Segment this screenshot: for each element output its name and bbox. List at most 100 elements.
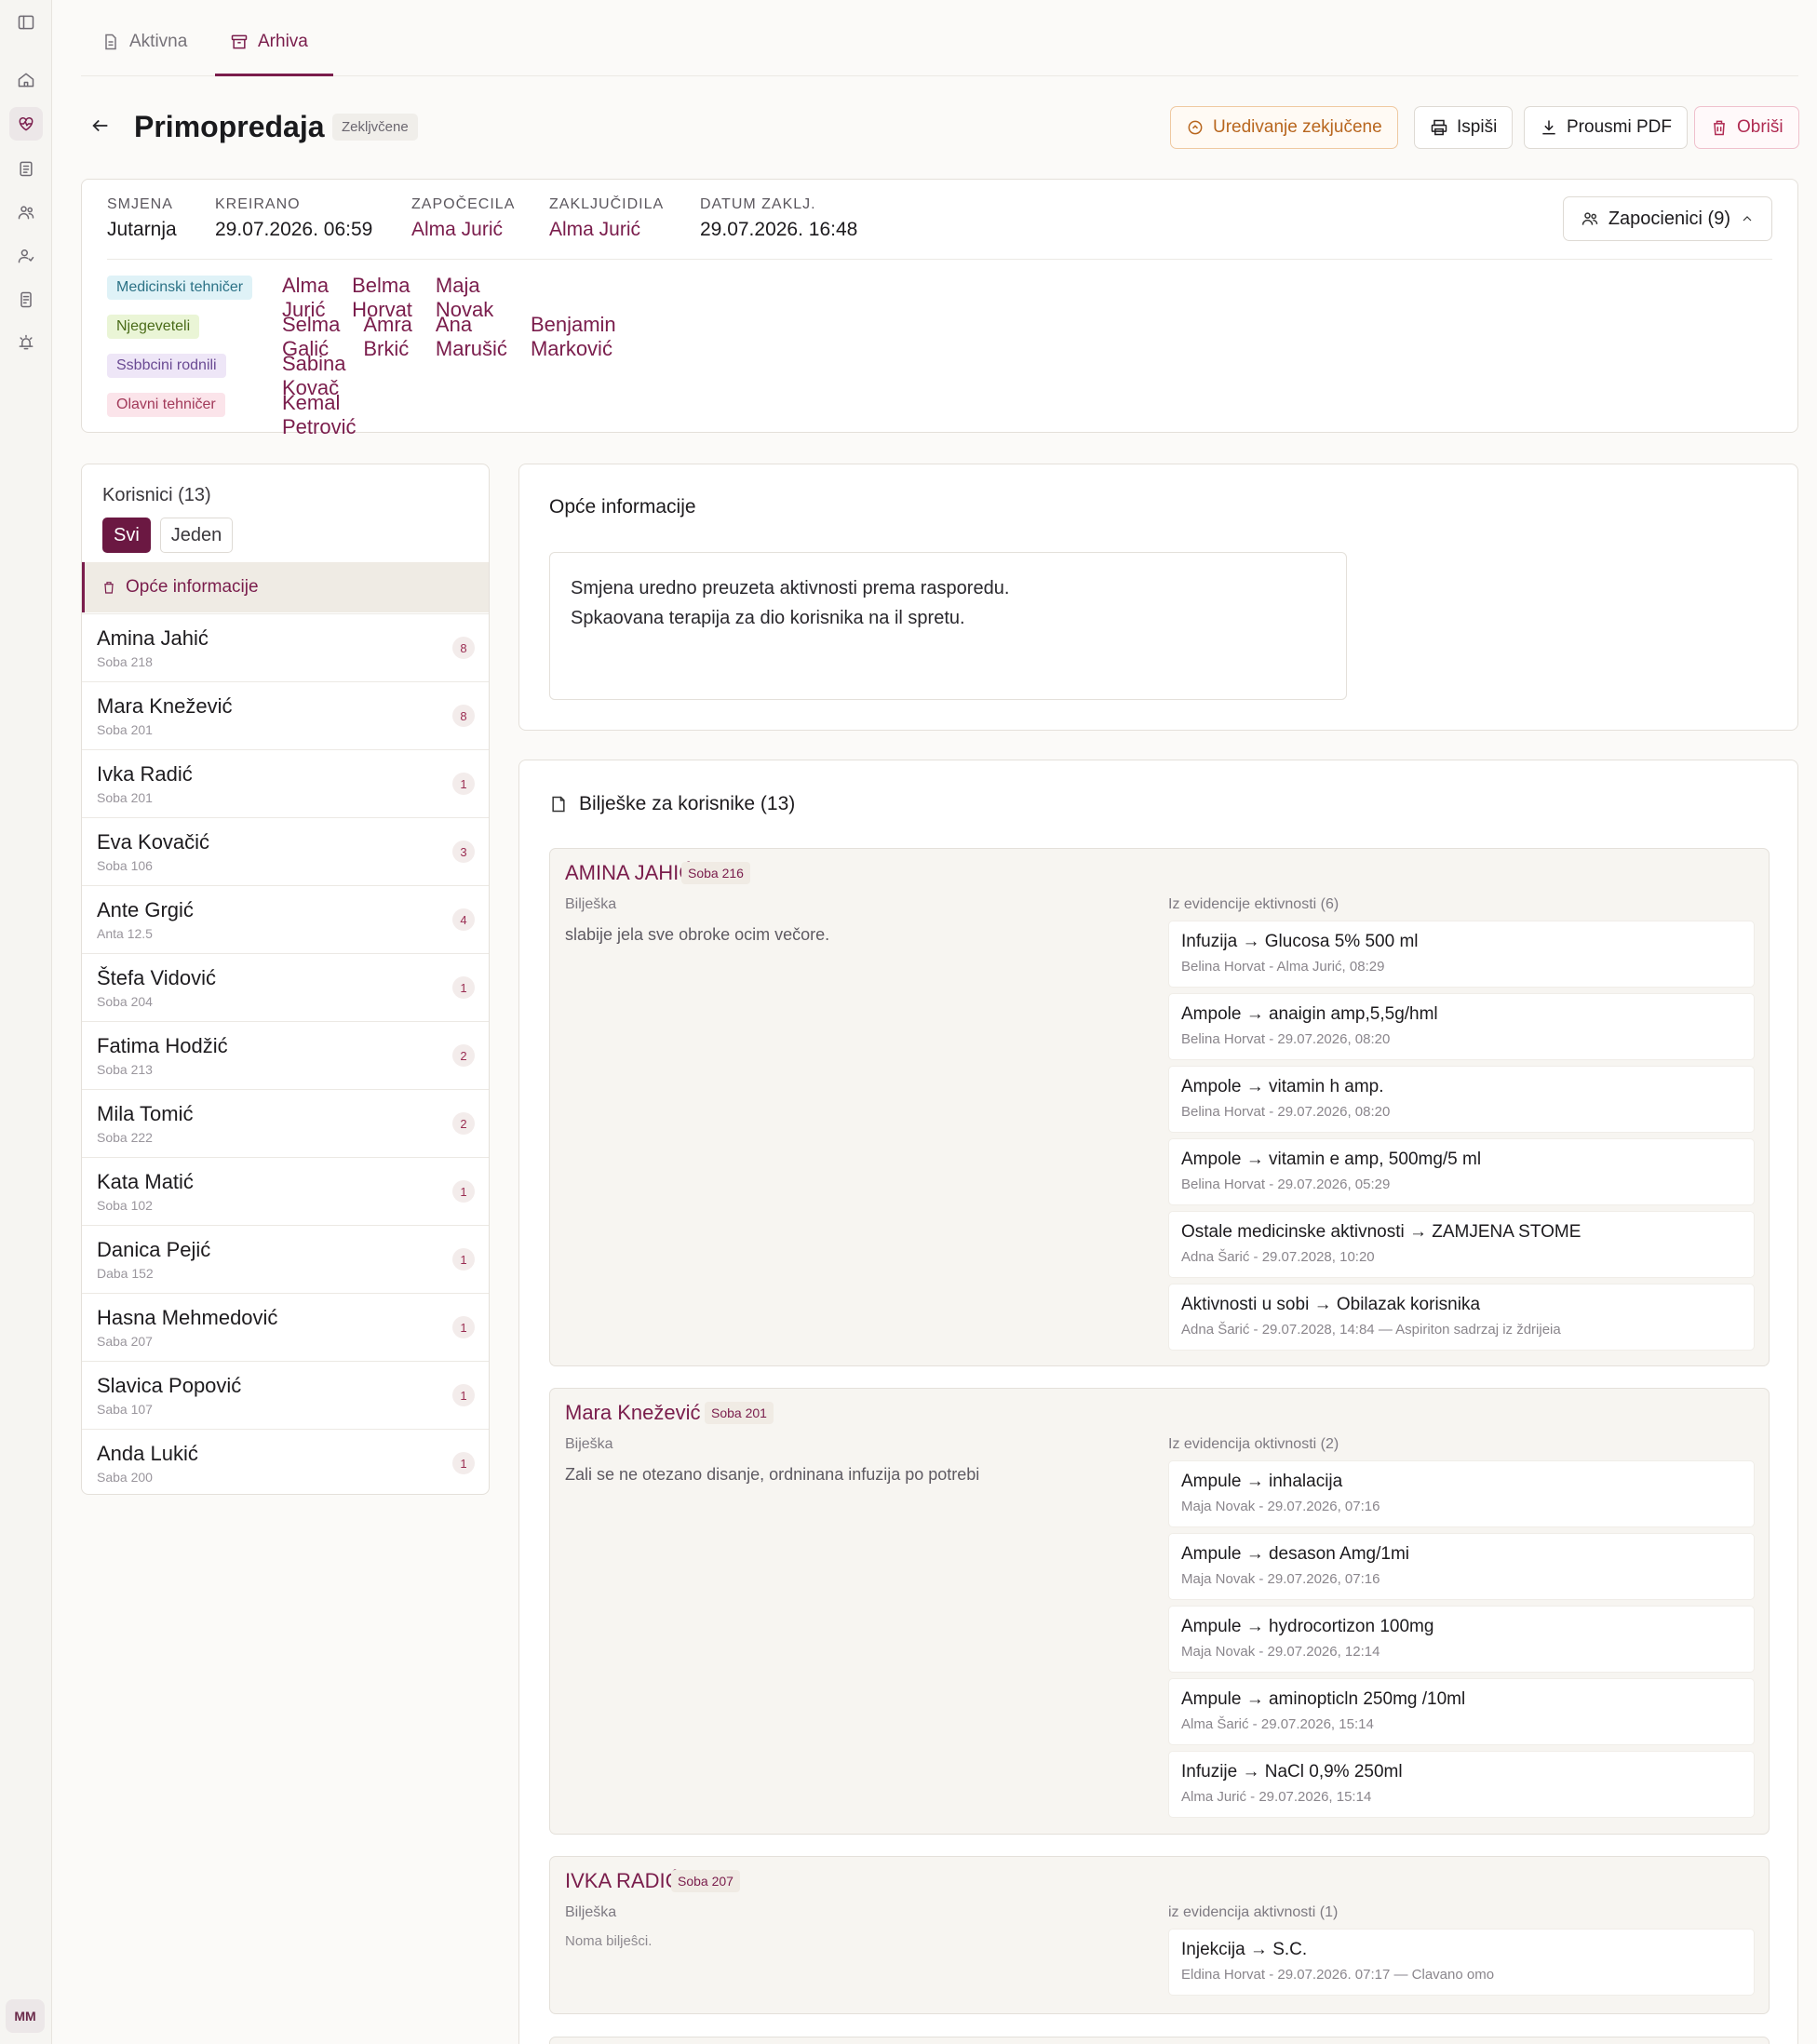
- staff-name[interactable]: Kemal Petrović: [282, 391, 356, 439]
- print-label: Ispiši: [1457, 117, 1498, 137]
- general-info-item[interactable]: Opće informacije: [82, 562, 489, 612]
- user-name: Anda Lukić: [97, 1442, 198, 1465]
- room-badge: Soba 216: [681, 862, 750, 884]
- activity-item: Ampule → aminopticln 250mg /10ml Alma Šar…: [1168, 1678, 1755, 1745]
- clipboard-icon[interactable]: [9, 152, 43, 185]
- list-item[interactable]: Amina Jahić Soba 218 8: [82, 613, 489, 681]
- list-item[interactable]: Fatima Hodžić Soba 213 2: [82, 1021, 489, 1089]
- note-label: Bilješka: [565, 896, 617, 912]
- user-notes-card: Bilješke za korisnike (13) AMINA JAHIĆ S…: [518, 760, 1798, 2044]
- patient-name[interactable]: AMINA JAHIĆ: [565, 861, 693, 885]
- staff-name[interactable]: Ana Marušić: [436, 313, 507, 361]
- list-item[interactable]: Ivka Radić Soba 201 1: [82, 749, 489, 817]
- meta-shift: Smjena Jutarnja: [107, 196, 177, 241]
- activity-meta: Adna Šarić - 29.07.2028, 14:84 — Aspirit…: [1181, 1322, 1561, 1338]
- user-room: Anta 12.5: [97, 926, 153, 941]
- users-list: Amina Jahić Soba 218 8 Mara Knežević Soba 2…: [82, 613, 489, 1494]
- download-pdf-button[interactable]: Prousmi PDF: [1524, 106, 1688, 149]
- user-name: Mila Tomić: [97, 1102, 194, 1125]
- meta-value: 29.07.2026. 16:48: [700, 219, 858, 240]
- delete-label: Obriši: [1737, 117, 1783, 137]
- tab-aktivna[interactable]: Aktivna: [101, 32, 187, 76]
- users-icon[interactable]: [9, 195, 43, 229]
- count-badge: 2: [452, 1044, 475, 1067]
- activity-title: Aktivnosti u sobi → Obilazak korisnika: [1181, 1295, 1481, 1314]
- filter-one-button[interactable]: Jeden: [159, 518, 234, 553]
- activities-label: iz evidencija aktivnosti (1): [1168, 1904, 1339, 1920]
- staff-name[interactable]: Benjamin Marković: [531, 313, 616, 361]
- user-name: Eva Kovačić: [97, 830, 210, 854]
- count-badge: 1: [452, 1384, 475, 1406]
- list-item[interactable]: Slavica Popović Saba 107 1: [82, 1361, 489, 1429]
- tab-label: Arhiva: [258, 32, 308, 51]
- edit-closed-button[interactable]: Uredivanje zekjučene: [1170, 106, 1398, 149]
- sidebar-toggle-icon[interactable]: [9, 6, 43, 39]
- activity-item: Ampule → desason Amg/1mi Maja Novak - 29.…: [1168, 1533, 1755, 1600]
- document-icon[interactable]: [9, 283, 43, 316]
- back-button[interactable]: [90, 115, 114, 140]
- room-badge: Soba 201: [705, 1402, 774, 1424]
- arrow-left-icon: [92, 119, 108, 132]
- heart-pulse-icon[interactable]: [9, 107, 43, 141]
- chevron-up-icon: [1743, 216, 1752, 222]
- delete-button[interactable]: Obriši: [1694, 106, 1799, 149]
- user-name: Fatima Hodžić: [97, 1034, 228, 1057]
- meta-label: Smjena: [107, 196, 173, 212]
- tab-bar: Aktivna Arhiva: [81, 0, 1798, 76]
- home-icon[interactable]: [9, 63, 43, 97]
- meta-created: Kreirano 29.07.2026. 06:59: [215, 196, 372, 241]
- list-item[interactable]: Ante Grgić Anta 12.5 4: [82, 885, 489, 953]
- notes-title: Bilješke za korisnike (13): [549, 793, 795, 815]
- list-item[interactable]: Anda Lukić Saba 200 1: [82, 1429, 489, 1494]
- count-badge: 1: [452, 1452, 475, 1474]
- handover-summary: Smjena Jutarnja Kreirano 29.07.2026. 06:…: [81, 179, 1798, 438]
- activity-meta: Alma Šarić - 29.07.2026, 15:14: [1181, 1716, 1374, 1732]
- staff-toggle-button[interactable]: Zapocienici (9): [1562, 196, 1772, 241]
- avatar[interactable]: MM: [6, 1999, 45, 2033]
- meta-value: 29.07.2026. 06:59: [215, 219, 373, 240]
- users-panel: Korisnici (13) Svi Jeden Opće informacij…: [81, 464, 490, 1495]
- user-name: Ivka Radić: [97, 762, 193, 786]
- patient-name[interactable]: Mara Knežević: [565, 1401, 701, 1425]
- patient-name[interactable]: IVKA RADIĆ: [565, 1869, 680, 1893]
- activity-meta: Maja Novak - 29.07.2026, 07:16: [1181, 1499, 1380, 1514]
- list-item[interactable]: Hasna Mehmedović Saba 207 1: [82, 1293, 489, 1361]
- meta-value[interactable]: Alma Jurić: [549, 219, 664, 241]
- user-name: Kata Matić: [97, 1170, 194, 1193]
- user-room: Soba 222: [97, 1130, 153, 1145]
- count-badge: 1: [452, 1248, 475, 1271]
- filter-all-button[interactable]: Svi: [102, 518, 151, 553]
- print-button[interactable]: Ispiši: [1414, 106, 1514, 149]
- staff-toggle-label: Zapocienici (9): [1608, 208, 1730, 229]
- meta-label: Započecila: [411, 196, 516, 212]
- list-item[interactable]: Štefa Vidović Soba 204 1: [82, 953, 489, 1021]
- meta-value[interactable]: Alma Jurić: [411, 219, 515, 241]
- general-info-text: Smjena uredno preuzeta aktivnosti prema …: [549, 552, 1347, 700]
- list-item[interactable]: Kata Matić Soba 102 1: [82, 1157, 489, 1225]
- meta-label: Datum zaklj.: [700, 196, 816, 212]
- activity-meta: Adna Šarić - 29.07.2028, 10:20: [1181, 1249, 1375, 1265]
- user-name: Amina Jahić: [97, 626, 209, 650]
- staff-name[interactable]: Amra Brkić: [363, 313, 412, 361]
- activity-title: Infuzija → Glucosa 5% 500 ml: [1181, 932, 1419, 951]
- staff-icon[interactable]: [9, 239, 43, 273]
- user-room: Daba 152: [97, 1266, 154, 1281]
- count-badge: 1: [452, 773, 475, 795]
- user-name: Slavica Popović: [97, 1374, 242, 1397]
- user-name: Štefa Vidović: [97, 966, 217, 989]
- meta-value: Jutarnja: [107, 219, 177, 240]
- user-room: Soba 106: [97, 858, 153, 873]
- general-info-line: Spkaovana terapija za dio korisnika na i…: [571, 608, 965, 628]
- tab-arhiva[interactable]: Arhiva: [215, 32, 333, 76]
- list-item[interactable]: Eva Kovačić Soba 106 3: [82, 817, 489, 885]
- list-item[interactable]: Mara Knežević Soba 201 8: [82, 681, 489, 749]
- list-item[interactable]: Danica Pejić Daba 152 1: [82, 1225, 489, 1293]
- user-room: Saba 107: [97, 1402, 153, 1417]
- meta-closed-date: Datum zaklj. 29.07.2026. 16:48: [700, 196, 857, 241]
- page-title: Primopredaja: [134, 110, 325, 143]
- user-room: Soba 201: [97, 722, 153, 737]
- role-row: Njegeveteli Selma Galić Amra Brkić Ana M…: [107, 313, 616, 360]
- list-item[interactable]: Mila Tomić Soba 222 2: [82, 1089, 489, 1157]
- alarm-icon[interactable]: [9, 326, 43, 359]
- general-info-title: Opće informacije: [549, 496, 696, 518]
